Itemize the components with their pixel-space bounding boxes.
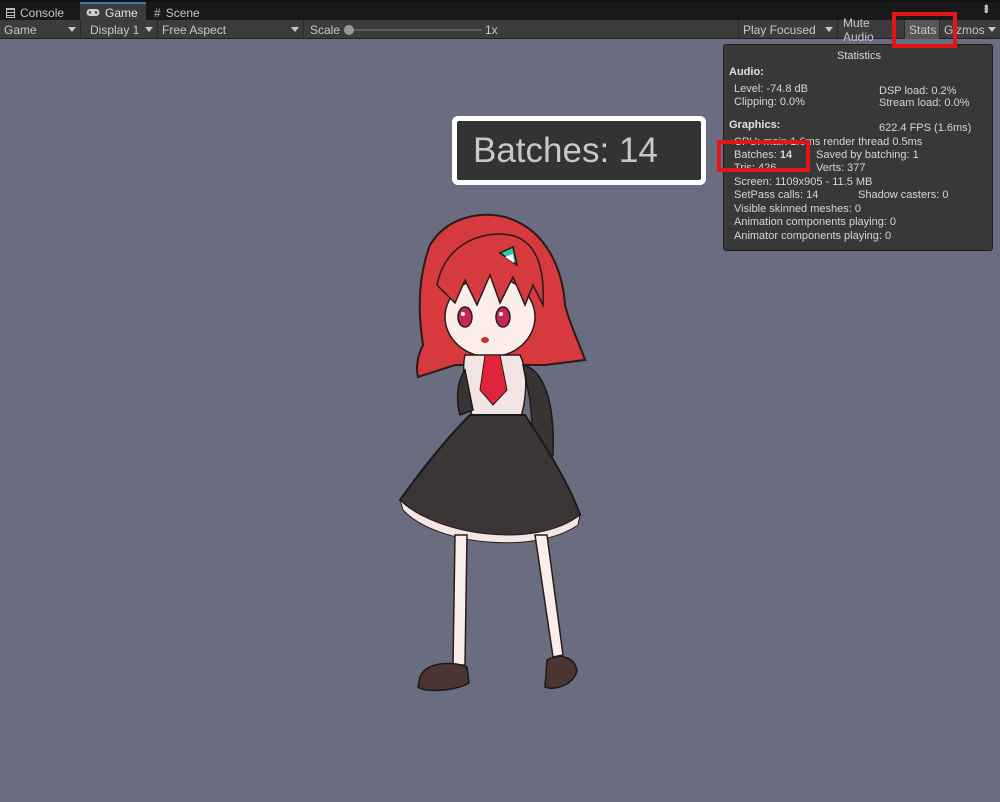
stats-button-highlight bbox=[892, 12, 957, 48]
aspect-dropdown[interactable]: Free Aspect bbox=[158, 20, 304, 39]
chevron-down-icon bbox=[68, 27, 76, 32]
stat-fps: 622.4 FPS (1.6ms) bbox=[879, 122, 972, 134]
tab-game[interactable]: Game bbox=[80, 2, 146, 22]
statistics-title: Statistics bbox=[836, 50, 881, 62]
stat-shadow-casters: Shadow casters: 0 bbox=[858, 189, 949, 201]
audio-heading: Audio: bbox=[729, 66, 764, 78]
tab-scene-label: Scene bbox=[165, 5, 200, 20]
chevron-down-icon bbox=[825, 27, 833, 32]
display-dropdown[interactable]: Display 1 bbox=[86, 20, 158, 39]
stat-setpass: SetPass calls: 14 bbox=[734, 189, 819, 201]
play-mode-dropdown[interactable]: Play Focused bbox=[738, 20, 838, 39]
stat-stream-load: Stream load: 0.0% bbox=[879, 97, 970, 109]
gamepad-icon bbox=[86, 6, 100, 20]
scale-value: 1x bbox=[485, 22, 498, 37]
batches-highlight bbox=[717, 140, 810, 172]
scene-grid-icon: # bbox=[154, 5, 161, 20]
scale-slider-handle[interactable] bbox=[344, 25, 354, 35]
console-icon bbox=[6, 7, 15, 18]
tab-game-label: Game bbox=[105, 6, 138, 20]
game-toolbar: Game Display 1 Free Aspect Scale 1x Play… bbox=[0, 16, 1000, 44]
view-dropdown[interactable]: Game bbox=[0, 20, 81, 39]
scale-label: Scale bbox=[310, 22, 341, 37]
chevron-down-icon bbox=[291, 27, 299, 32]
stat-animation-components: Animation components playing: 0 bbox=[734, 216, 897, 228]
stat-skinned-meshes: Visible skinned meshes: 0 bbox=[734, 203, 861, 215]
graphics-heading: Graphics: bbox=[729, 119, 781, 131]
chevron-down-icon bbox=[988, 27, 996, 32]
display-dropdown-label: Display 1 bbox=[90, 22, 140, 37]
batches-zoom-callout: Batches: 14 bbox=[452, 116, 706, 185]
aspect-dropdown-label: Free Aspect bbox=[162, 22, 227, 37]
stat-clipping: Clipping: 0.0% bbox=[734, 96, 805, 108]
stat-animator-components: Animator components playing: 0 bbox=[734, 230, 892, 242]
tab-console-label: Console bbox=[20, 5, 65, 20]
character-sprite bbox=[385, 205, 615, 703]
scale-slider-track[interactable] bbox=[348, 29, 482, 31]
view-dropdown-label: Game bbox=[4, 22, 37, 37]
batches-zoom-text: Batches: 14 bbox=[457, 121, 701, 180]
stat-screen: Screen: 1109x905 - 11.5 MB bbox=[734, 176, 873, 188]
stat-saved-by-batching: Saved by batching: 1 bbox=[816, 149, 919, 161]
chevron-down-icon bbox=[145, 27, 153, 32]
play-mode-label: Play Focused bbox=[743, 22, 816, 37]
stat-verts: Verts: 377 bbox=[816, 162, 866, 174]
stat-level: Level: -74.8 dB bbox=[734, 83, 808, 95]
more-options-icon[interactable]: ••• bbox=[979, 4, 994, 12]
